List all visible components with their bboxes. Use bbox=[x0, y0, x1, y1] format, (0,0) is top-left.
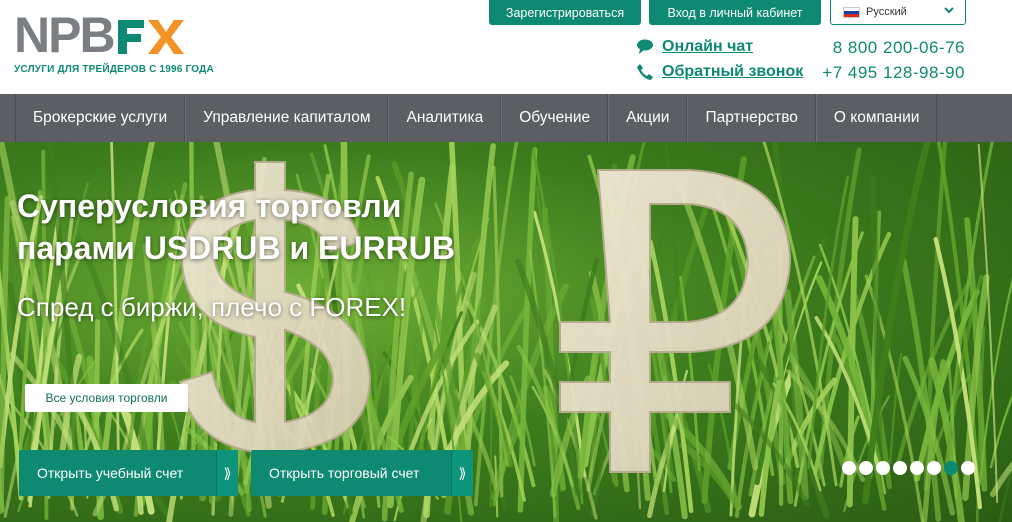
slider-dot[interactable] bbox=[876, 461, 890, 475]
language-selector[interactable]: Русский bbox=[830, 0, 966, 25]
phone-icon bbox=[637, 64, 653, 80]
language-label: Русский bbox=[866, 6, 907, 18]
nav-item-brokerage[interactable]: Брокерские услуги bbox=[15, 94, 186, 142]
chevron-down-icon bbox=[944, 7, 954, 14]
logo[interactable]: NPB УСЛУГИ ДЛЯ ТРЕЙДЕРОВ С 1996 ГОДА bbox=[14, 7, 214, 75]
hero-subline: Спред с биржи, плечо с FOREX! bbox=[17, 292, 407, 322]
slider-dot[interactable] bbox=[961, 461, 975, 475]
open-trading-account-button[interactable]: Открыть торговый счет ⟫ bbox=[251, 450, 473, 496]
russia-flag-icon bbox=[843, 6, 860, 18]
register-button[interactable]: Зарегистрироваться bbox=[489, 0, 641, 25]
slider-dot[interactable] bbox=[842, 461, 856, 475]
online-chat-label: Онлайн чат bbox=[662, 38, 754, 55]
nav-item-about[interactable]: О компании bbox=[815, 94, 938, 142]
phone-number-tollfree[interactable]: 8 800 200-06-76 bbox=[833, 38, 965, 58]
logo-text-npb: NPB bbox=[14, 7, 116, 63]
callback-link[interactable]: Обратный звонок bbox=[636, 63, 803, 81]
hero-headline: Суперусловия торговли парами USDRUB и EU… bbox=[17, 185, 455, 269]
online-chat-link[interactable]: Онлайн чат bbox=[636, 38, 753, 56]
login-button[interactable]: Вход в личный кабинет bbox=[649, 0, 821, 25]
double-chevron-right-icon: ⟫ bbox=[451, 450, 473, 496]
hero-headline-line2: парами USDRUB и EURRUB bbox=[17, 230, 455, 266]
logo-tagline: УСЛУГИ ДЛЯ ТРЕЙДЕРОВ С 1996 ГОДА bbox=[14, 64, 214, 75]
slider-dot[interactable] bbox=[859, 461, 873, 475]
hero-banner: Суперусловия торговли парами USDRUB и EU… bbox=[0, 142, 1012, 522]
site-header: NPB УСЛУГИ ДЛЯ ТРЕЙДЕРОВ С 1996 ГОДА Зар… bbox=[0, 0, 1012, 94]
logo-mark: NPB bbox=[14, 7, 214, 63]
slider-dot[interactable] bbox=[927, 461, 941, 475]
logo-fx-mark-icon bbox=[117, 20, 184, 54]
nav-item-education[interactable]: Обучение bbox=[501, 94, 609, 142]
nav-item-asset-management[interactable]: Управление капиталом bbox=[185, 94, 389, 142]
double-chevron-right-icon: ⟫ bbox=[216, 450, 238, 496]
phone-number-moscow[interactable]: +7 495 128-98-90 bbox=[822, 63, 965, 83]
all-trading-terms-button[interactable]: Все условия торговли bbox=[25, 384, 188, 412]
nav-item-promotions[interactable]: Акции bbox=[608, 94, 688, 142]
slider-pagination bbox=[842, 461, 978, 475]
open-demo-account-button[interactable]: Открыть учебный счет ⟫ bbox=[19, 450, 238, 496]
main-navigation: Брокерские услуги Управление капиталом А… bbox=[0, 94, 1012, 142]
slider-dot[interactable] bbox=[910, 461, 924, 475]
open-demo-account-label: Открыть учебный счет bbox=[37, 465, 184, 481]
slider-dot[interactable] bbox=[893, 461, 907, 475]
chat-bubble-icon bbox=[637, 39, 653, 54]
slider-dot[interactable] bbox=[944, 461, 958, 475]
nav-item-analytics[interactable]: Аналитика bbox=[388, 94, 502, 142]
hero-headline-line1: Суперусловия торговли bbox=[17, 188, 402, 224]
callback-label: Обратный звонок bbox=[662, 63, 804, 80]
open-trading-account-label: Открыть торговый счет bbox=[269, 465, 420, 481]
nav-item-partnership[interactable]: Партнерство bbox=[687, 94, 816, 142]
